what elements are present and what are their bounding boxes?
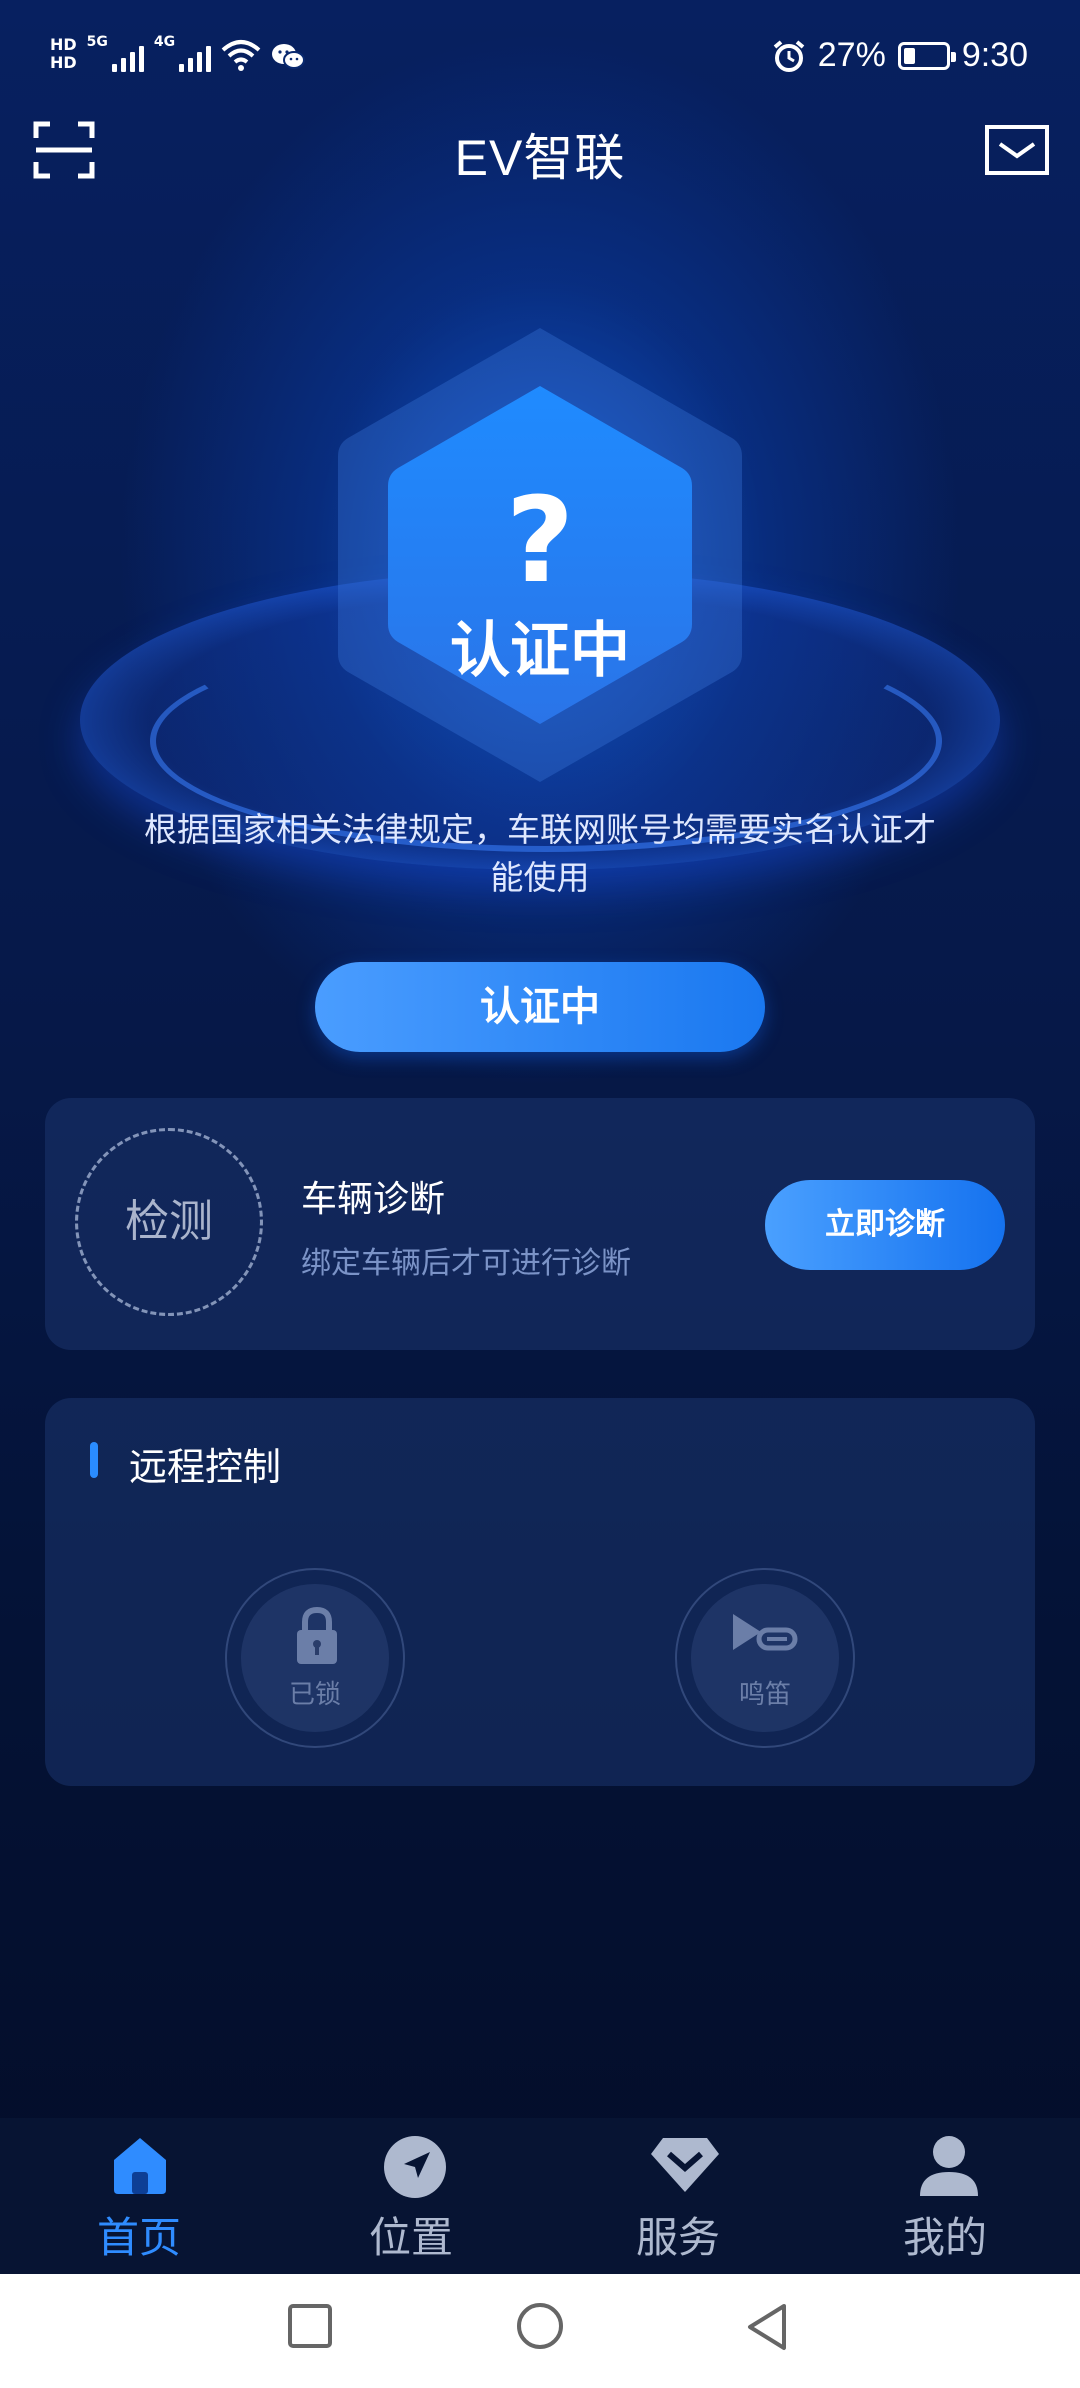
nav-item-service[interactable]: 服务 xyxy=(543,2118,813,2274)
remote-control-card: 远程控制 已锁 鸣笛 xyxy=(45,1398,1035,1786)
recent-apps-button[interactable] xyxy=(286,2302,334,2354)
battery-icon xyxy=(897,41,956,70)
system-navigation-bar xyxy=(0,2274,1080,2388)
hd-indicator: HD HD xyxy=(50,36,77,72)
message-button[interactable] xyxy=(984,124,1050,176)
lock-icon xyxy=(297,1606,337,1664)
network-label-2: 4G xyxy=(153,34,176,50)
service-icon xyxy=(651,2138,719,2192)
hd-label-1: HD xyxy=(50,35,77,54)
lock-label: 已锁 xyxy=(288,1680,341,1710)
signal-icon: 5G xyxy=(87,34,144,72)
signal-icon-2: 4G xyxy=(153,34,212,72)
back-button[interactable] xyxy=(744,2302,790,2356)
nav-item-home[interactable]: 首页 xyxy=(4,2118,274,2274)
diagnose-now-button[interactable]: 立即诊断 xyxy=(765,1180,1005,1270)
question-icon: ? xyxy=(505,471,575,609)
nav-item-profile[interactable]: 我的 xyxy=(810,2118,1080,2274)
nav-label-profile: 我的 xyxy=(902,2213,987,2262)
network-label-1: 5G xyxy=(86,34,108,50)
profile-icon xyxy=(920,2136,978,2196)
home-icon xyxy=(114,2138,166,2194)
verification-status-text: 认证中 xyxy=(450,616,630,686)
section-accent-bar xyxy=(90,1442,98,1478)
mail-icon xyxy=(985,125,1049,175)
status-bar: HD HD 5G 4G 27% 9:30 xyxy=(0,0,1080,120)
page-title: EV智联 xyxy=(454,130,626,186)
battery-percent: 27% xyxy=(817,36,886,74)
wechat-icon xyxy=(272,44,306,69)
horn-control-button[interactable]: 鸣笛 xyxy=(675,1568,855,1748)
status-right: 27% 9:30 xyxy=(772,36,1028,75)
app-screen: HD HD 5G 4G 27% 9:30 EV智联 ? 认证中 根据国家相关法律… xyxy=(0,0,1080,2388)
diagnosis-card: 检测 车辆诊断 绑定车辆后才可进行诊断 立即诊断 xyxy=(45,1098,1035,1350)
detect-circle: 检测 xyxy=(75,1128,263,1316)
alarm-icon xyxy=(773,39,805,72)
horn-label: 鸣笛 xyxy=(738,1680,791,1710)
clock-time: 9:30 xyxy=(961,36,1028,74)
nav-label-location: 位置 xyxy=(368,2213,453,2262)
circle-icon xyxy=(517,2303,563,2349)
nav-item-location[interactable]: 位置 xyxy=(276,2118,546,2274)
bottom-navigation: 首页 位置 服务 我的 xyxy=(0,2118,1080,2274)
remote-control-title: 远程控制 xyxy=(129,1445,282,1489)
horn-icon xyxy=(733,1614,798,1651)
diagnosis-title: 车辆诊断 xyxy=(301,1179,446,1220)
status-left: HD HD 5G 4G xyxy=(50,34,306,72)
lock-control-button[interactable]: 已锁 xyxy=(225,1568,405,1748)
home-system-button[interactable] xyxy=(514,2302,566,2358)
square-icon xyxy=(288,2304,332,2348)
verification-button[interactable]: 认证中 xyxy=(315,962,765,1052)
wifi-icon xyxy=(221,40,261,71)
verification-badge: ? 认证中 xyxy=(330,320,750,790)
diagnosis-subtitle: 绑定车辆后才可进行诊断 xyxy=(301,1246,631,1281)
back-triangle-icon xyxy=(748,2304,786,2350)
nav-label-service: 服务 xyxy=(635,2213,720,2262)
hd-label-2: HD xyxy=(50,53,77,72)
location-icon xyxy=(384,2136,446,2198)
verification-notice: 根据国家相关法律规定，车联网账号均需要实名认证才能使用 xyxy=(144,810,936,897)
nav-label-home: 首页 xyxy=(96,2213,181,2262)
